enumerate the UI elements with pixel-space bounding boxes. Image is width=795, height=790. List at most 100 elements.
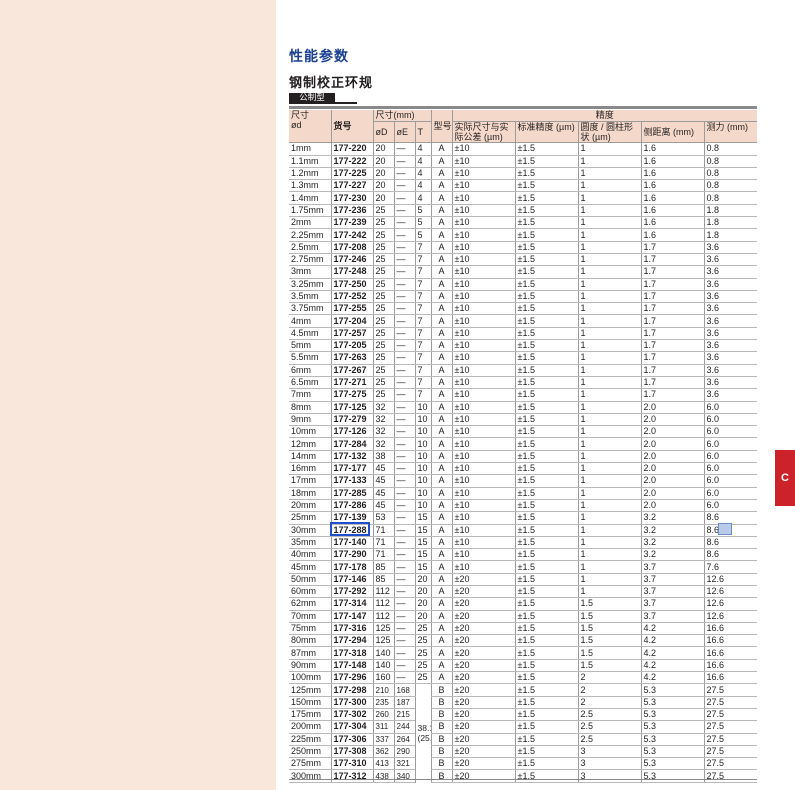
row-meas-force: 16.6 [703,634,758,648]
row-side-distance: 4.2 [640,659,705,673]
row-oe: — [393,314,415,328]
row-tolerance: ±20 [451,745,516,759]
row-model: A [430,450,453,464]
row-roundness: 1 [577,302,642,316]
row-od: 140 [372,646,394,660]
row-side-distance: 5.3 [640,683,705,697]
row-roundness: 1.5 [577,634,642,648]
row-roundness: 1 [577,351,642,365]
row-code: 177-230 [330,191,373,205]
table-row: 175mm 177-302 260 215 B ±20 ±1.5 2.5 5.3 27.5 [289,708,758,722]
row-side-distance: 1.7 [640,351,705,365]
row-meas-force: 27.5 [703,683,758,697]
row-meas-force: 6.0 [703,474,758,488]
chapter-tab[interactable]: C [775,450,795,506]
row-roundness: 1 [577,573,642,586]
highlight-cell-box[interactable] [718,523,732,535]
row-size: 275mm [289,757,331,771]
highlight-code-box[interactable] [330,522,370,536]
row-size: 50mm [289,573,331,586]
row-code: 177-318 [330,646,373,660]
row-t: 20 [414,585,432,599]
row-t: 15 [414,548,432,562]
row-size: 100mm [289,671,331,685]
row-t: 15 [414,536,432,550]
row-side-distance: 1.7 [640,339,705,353]
row-t: 25 [414,622,432,636]
row-side-distance: 2.0 [640,450,705,464]
row-t: 20 [414,573,432,586]
row-size: 12mm [289,437,331,451]
row-roundness: 1 [577,191,642,205]
row-roundness: 1 [577,499,642,513]
row-code: 177-294 [330,634,373,648]
row-tolerance: ±10 [451,536,516,550]
row-t: 10 [414,450,432,464]
row-tolerance: ±10 [451,511,516,525]
row-model: A [430,524,453,537]
row-meas-force: 27.5 [703,769,758,783]
row-oe: — [393,228,415,242]
row-tolerance: ±20 [451,634,516,648]
row-t: 15 [414,560,432,574]
row-od: 32 [372,437,394,451]
row-size: 2mm [289,216,331,230]
row-meas-force: 3.6 [703,253,758,267]
table-row: 10mm 177-126 32—10 A ±10 ±1.5 1 2.0 6.0 [289,425,758,439]
row-tolerance: ±20 [451,573,516,586]
row-roundness: 1 [577,585,642,599]
row-roundness: 1 [577,548,642,562]
row-meas-force: 12.6 [703,597,758,611]
type-badge: 公制型 [289,93,357,104]
row-roundness: 2.5 [577,708,642,722]
row-std-precision: ±1.5 [514,191,579,205]
row-od: 32 [372,413,394,427]
row-model: A [430,179,453,193]
row-meas-force: 1.8 [703,216,758,230]
row-std-precision: ±1.5 [514,278,579,291]
row-od: 25 [372,376,394,390]
row-meas-force: 12.6 [703,573,758,586]
row-code: 177-133 [330,474,373,488]
row-od: 53 [372,511,394,525]
row-size: 7mm [289,388,331,402]
row-tolerance: ±20 [451,733,516,746]
row-od: 362 [372,745,394,759]
row-std-precision: ±1.5 [514,179,579,193]
table-row: 3.75mm 177-255 25—7 A ±10 ±1.5 1 1.7 3.6 [289,302,758,316]
row-od: 311 [372,720,394,734]
row-roundness: 1 [577,388,642,402]
row-model: A [430,155,453,168]
row-oe: — [393,216,415,230]
header-oe: øE [393,121,415,144]
row-code: 177-250 [330,278,373,291]
row-tolerance: ±10 [451,413,516,427]
row-code: 177-205 [330,339,373,353]
row-size: 125mm [289,683,331,697]
row-oe: 340 [393,769,415,783]
row-meas-force: 6.0 [703,499,758,513]
table-row: 80mm 177-294 125—25 A ±20 ±1.5 1.5 4.2 16.6 [289,634,758,648]
row-roundness: 1 [577,560,642,574]
row-model: A [430,204,453,218]
row-t: 25 [414,634,432,648]
row-roundness: 1 [577,425,642,439]
row-roundness: 3 [577,757,642,771]
row-oe: — [393,474,415,488]
row-size: 3mm [289,265,331,279]
table-row: 6.5mm 177-271 25—7 A ±10 ±1.5 1 1.7 3.6 [289,376,758,390]
row-model: A [430,278,453,291]
row-size: 6.5mm [289,376,331,390]
row-size: 10mm [289,425,331,439]
row-side-distance: 1.7 [640,253,705,267]
row-code: 177-236 [330,204,373,218]
row-model: A [430,253,453,267]
header-roundness: 圆度 / 圆柱形状 (µm) [577,121,642,144]
row-tolerance: ±10 [451,487,516,500]
row-oe: — [393,659,415,673]
row-model: A [430,585,453,599]
row-od: 71 [372,536,394,550]
row-od: 210 [372,683,394,697]
row-size: 80mm [289,634,331,648]
table-row: 60mm 177-292 112—20 A ±20 ±1.5 1 3.7 12.6 [289,585,758,599]
